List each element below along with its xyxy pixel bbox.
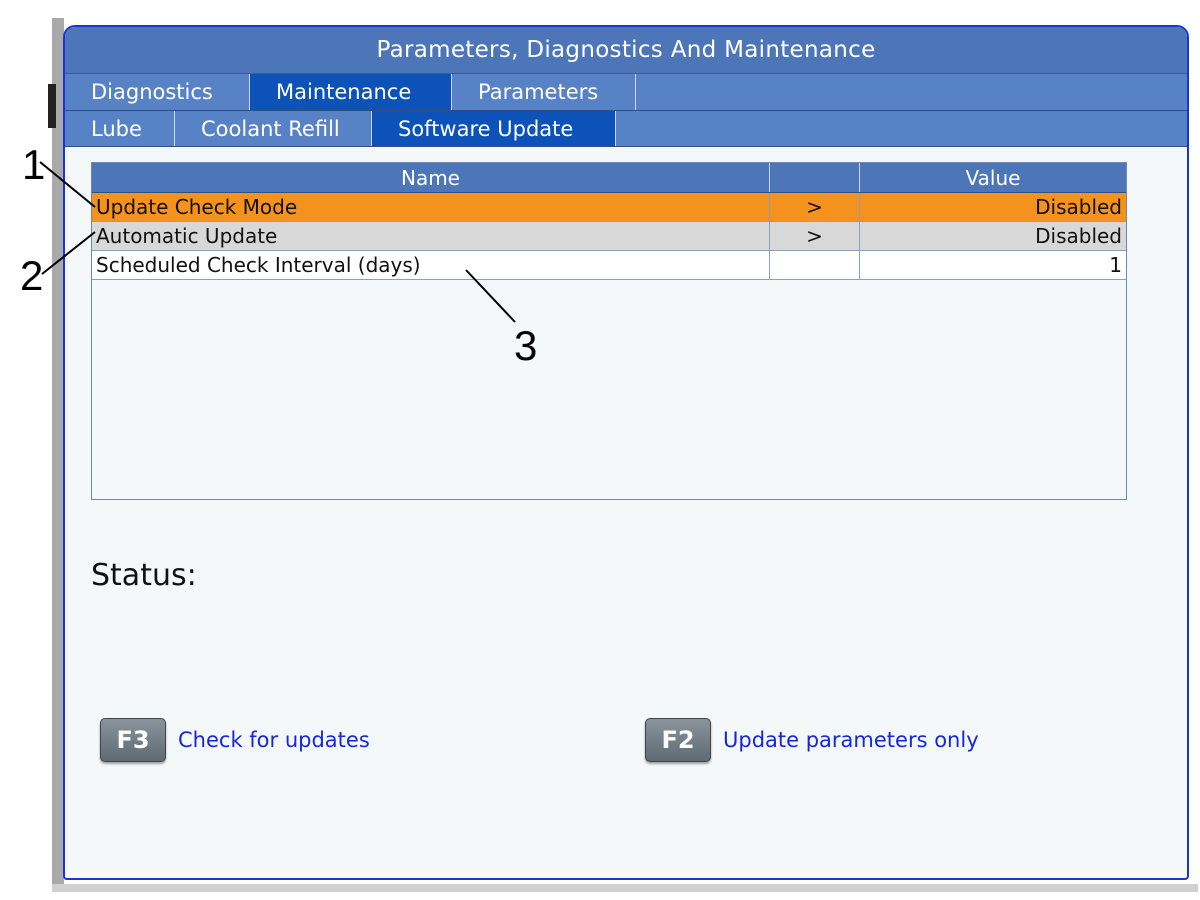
- callout-1: 1: [22, 141, 46, 188]
- callout-line-1: [39, 161, 96, 208]
- callout-2: 2: [20, 252, 44, 299]
- callout-line-2: [41, 231, 96, 275]
- callout-leader-lines: [39, 161, 516, 323]
- callout-3: 3: [514, 322, 538, 369]
- callout-line-3: [465, 269, 516, 323]
